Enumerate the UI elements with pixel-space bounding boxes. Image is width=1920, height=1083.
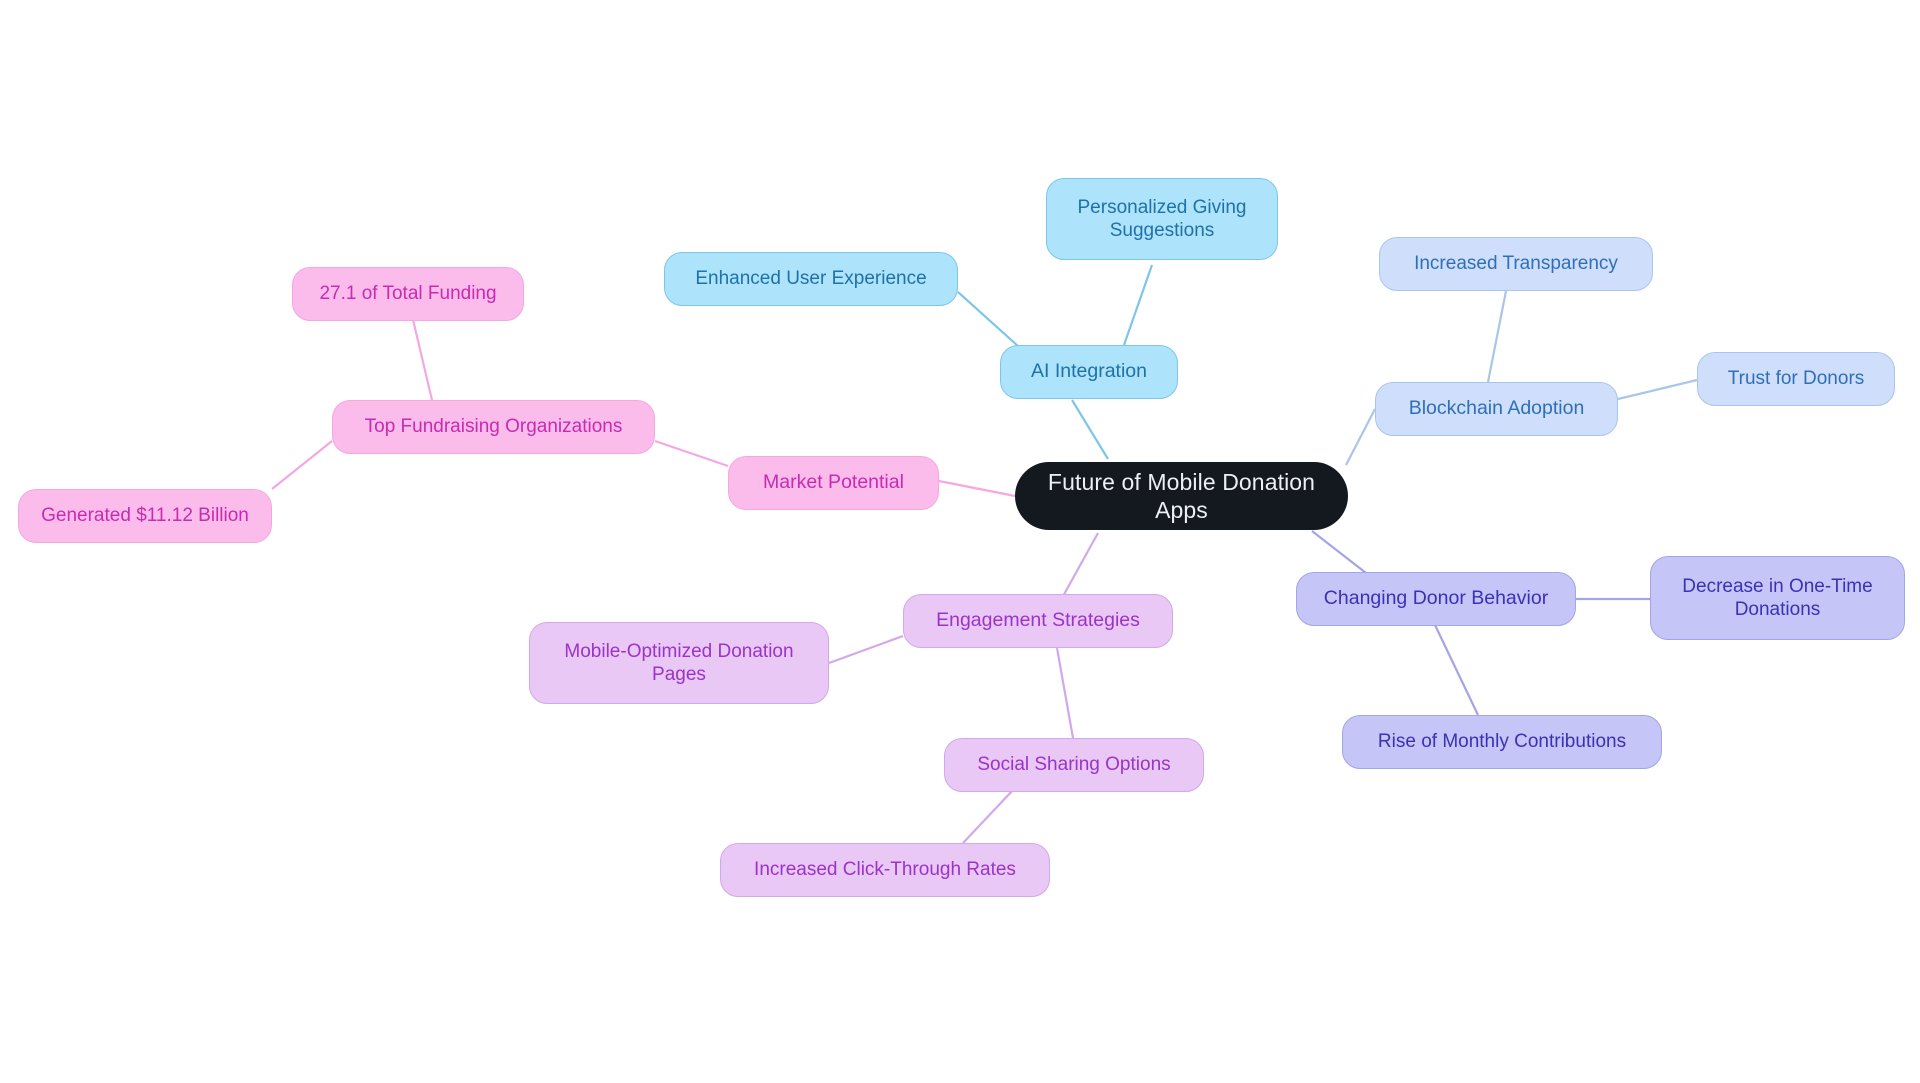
node-changing-donor-behavior-label: Changing Donor Behavior (1323, 587, 1549, 610)
node-market-potential[interactable]: Market Potential (728, 456, 939, 510)
node-trust-for-donors[interactable]: Trust for Donors (1697, 352, 1895, 406)
node-percent-total-funding[interactable]: 27.1 of Total Funding (292, 267, 524, 321)
node-increased-transparency[interactable]: Increased Transparency (1379, 237, 1653, 291)
node-social-sharing-options[interactable]: Social Sharing Options (944, 738, 1204, 792)
node-increased-click-through-rates[interactable]: Increased Click-Through Rates (720, 843, 1050, 897)
node-personalized-giving-suggestions[interactable]: Personalized Giving Suggestions (1046, 178, 1278, 260)
node-engagement-strategies-label: Engagement Strategies (936, 609, 1140, 632)
node-decrease-one-time-donations-label: Decrease in One-Time Donations (1682, 575, 1873, 620)
node-trust-for-donors-label: Trust for Donors (1727, 368, 1865, 390)
node-decrease-one-time-donations[interactable]: Decrease in One-Time Donations (1650, 556, 1905, 640)
node-generated-billion-label: Generated $11.12 Billion (41, 505, 249, 527)
node-rise-monthly-contributions[interactable]: Rise of Monthly Contributions (1342, 715, 1662, 769)
node-increased-transparency-label: Increased Transparency (1414, 253, 1618, 275)
node-root[interactable]: Future of Mobile Donation Apps (1015, 462, 1348, 530)
node-root-label: Future of Mobile Donation Apps (1047, 468, 1316, 523)
node-personalized-giving-suggestions-label: Personalized Giving Suggestions (1077, 196, 1247, 241)
node-ai-integration[interactable]: AI Integration (1000, 345, 1178, 399)
node-social-sharing-options-label: Social Sharing Options (977, 754, 1171, 776)
node-mobile-optimized-donation-pages-label: Mobile-Optimized Donation Pages (564, 640, 794, 685)
node-rise-monthly-contributions-label: Rise of Monthly Contributions (1377, 731, 1627, 753)
mindmap-canvas: Future of Mobile Donation Apps Market Po… (0, 0, 1920, 1083)
edge-layer (271, 264, 1698, 844)
node-top-fundraising-organizations[interactable]: Top Fundraising Organizations (332, 400, 655, 454)
node-enhanced-user-experience-label: Enhanced User Experience (695, 268, 927, 290)
node-enhanced-user-experience[interactable]: Enhanced User Experience (664, 252, 958, 306)
node-blockchain-adoption-label: Blockchain Adoption (1408, 397, 1585, 420)
node-percent-total-funding-label: 27.1 of Total Funding (319, 283, 497, 305)
node-blockchain-adoption[interactable]: Blockchain Adoption (1375, 382, 1618, 436)
node-mobile-optimized-donation-pages[interactable]: Mobile-Optimized Donation Pages (529, 622, 829, 704)
node-engagement-strategies[interactable]: Engagement Strategies (903, 594, 1173, 648)
node-market-potential-label: Market Potential (763, 471, 904, 494)
node-ai-integration-label: AI Integration (1031, 360, 1147, 383)
node-generated-billion[interactable]: Generated $11.12 Billion (18, 489, 272, 543)
node-changing-donor-behavior[interactable]: Changing Donor Behavior (1296, 572, 1576, 626)
node-increased-click-through-rates-label: Increased Click-Through Rates (754, 859, 1016, 881)
node-top-fundraising-organizations-label: Top Fundraising Organizations (364, 416, 623, 438)
